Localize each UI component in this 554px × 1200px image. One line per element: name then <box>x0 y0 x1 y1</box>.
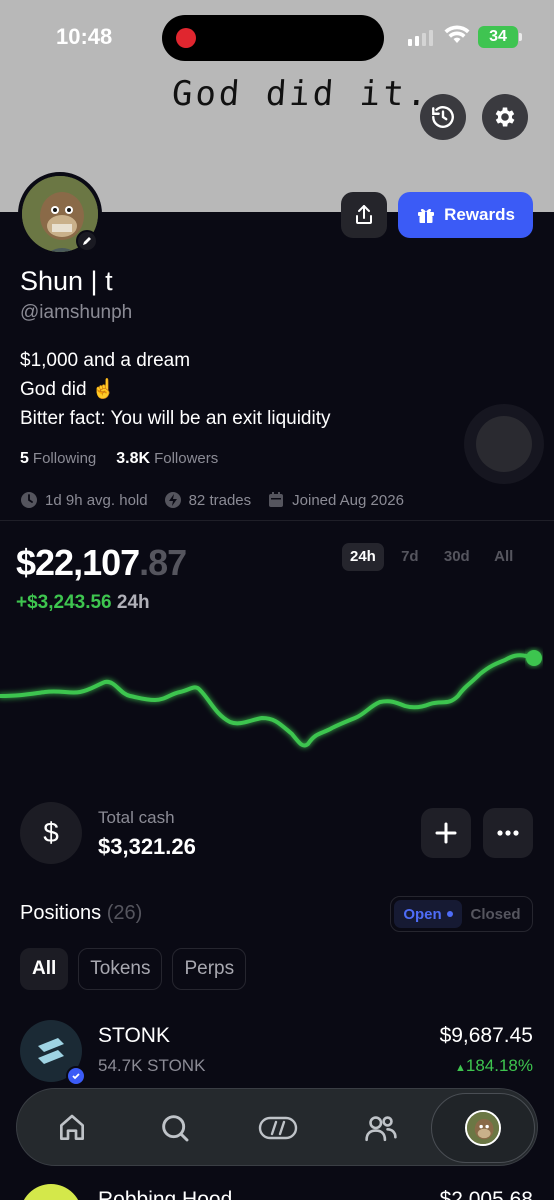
position-name: Robbing Hood <box>98 1188 233 1200</box>
settings-button[interactable] <box>482 94 528 140</box>
history-icon <box>432 106 454 128</box>
pencil-icon <box>83 237 91 245</box>
toggle-open-label: Open <box>403 905 442 923</box>
history-button[interactable] <box>420 94 466 140</box>
filter-tokens[interactable]: Tokens <box>78 948 163 990</box>
position-filters: All Tokens Perps <box>20 948 247 990</box>
position-name: STONK <box>98 1024 170 1047</box>
clock-icon <box>21 492 37 508</box>
position-change: ▲184.18% <box>455 1056 533 1076</box>
add-cash-button[interactable] <box>421 808 471 858</box>
recording-dot <box>176 28 196 48</box>
followers-label: Followers <box>154 450 219 467</box>
positions-title: Positions <box>20 902 102 924</box>
portfolio-chart[interactable] <box>0 610 554 780</box>
balance-main: $22,107 <box>16 542 140 583</box>
followers-count: 3.8K <box>116 450 151 467</box>
search-icon <box>162 1115 189 1142</box>
rewards-button[interactable]: Rewards <box>398 192 533 238</box>
bottom-nav <box>16 1088 538 1166</box>
pill-icon <box>258 1116 298 1140</box>
positions-heading: Positions (26) <box>20 902 142 925</box>
ellipsis-icon <box>497 830 519 836</box>
follow-counts: 5 Following 3.8K Followers <box>20 450 218 468</box>
avg-hold-stat: 1d 9h avg. hold <box>20 491 148 509</box>
up-triangle-icon: ▲ <box>454 1062 466 1074</box>
toggle-closed[interactable]: Closed <box>462 906 529 923</box>
users-icon <box>365 1116 397 1142</box>
open-closed-toggle: Open Closed <box>390 896 533 932</box>
chart-line <box>0 653 536 748</box>
chart-endpoint <box>526 650 542 666</box>
banner-text: God did it. <box>170 74 432 114</box>
trades-text: 82 trades <box>188 491 252 509</box>
share-button[interactable] <box>341 192 387 238</box>
nav-search[interactable] <box>150 1103 200 1153</box>
profile-stats: 1d 9h avg. hold 82 trades Joined Aug 202… <box>20 491 404 509</box>
battery-nub <box>519 33 522 41</box>
home-icon <box>60 1114 84 1140</box>
joined-text: Joined Aug 2026 <box>292 491 404 509</box>
following-count: 5 <box>20 450 29 467</box>
signal-icon <box>408 28 433 46</box>
position-amount: 54.7K STONK <box>98 1056 206 1075</box>
portfolio-balance: $22,107.87 <box>16 542 187 584</box>
bio-line: Bitter fact: You will be an exit liquidi… <box>20 408 331 429</box>
bolt-icon <box>164 492 181 508</box>
range-tab-7d[interactable]: 7d <box>390 543 430 571</box>
avg-hold-text: 1d 9h avg. hold <box>45 491 148 509</box>
wifi-icon <box>444 25 470 43</box>
total-cash-value: $3,321.26 <box>98 834 196 859</box>
profile-avatar <box>465 1110 501 1146</box>
position-row[interactable]: STONK 54.7K STONK $9,687.45 ▲184.18% <box>0 1014 554 1094</box>
rewards-label: Rewards <box>444 205 515 224</box>
profile-bio: $1,000 and a dream God did ☝️ Bitter fac… <box>20 346 331 433</box>
position-value: $9,687.45 <box>439 1024 533 1047</box>
section-divider <box>0 520 554 521</box>
position-change-value: 184.18% <box>465 1056 533 1075</box>
positions-count: (26) <box>106 902 143 924</box>
calendar-icon <box>269 492 284 507</box>
position-row[interactable]: Robbing Hood $2,005.68 <box>0 1178 554 1200</box>
active-dot-icon <box>446 911 453 917</box>
edit-avatar-button[interactable] <box>76 230 98 252</box>
filter-all[interactable]: All <box>20 948 69 990</box>
bio-line: $1,000 and a dream <box>20 350 191 371</box>
battery-indicator: 34 <box>478 26 518 48</box>
balance-cents: .87 <box>139 542 187 583</box>
floating-assistive-button[interactable] <box>476 416 532 472</box>
gear-icon <box>495 107 515 127</box>
following-label: Following <box>32 450 97 467</box>
nav-home[interactable] <box>47 1103 97 1153</box>
toggle-open[interactable]: Open <box>394 900 462 928</box>
robbing-hood-logo-icon <box>20 1184 82 1200</box>
trades-stat: 82 trades <box>164 491 252 509</box>
verified-badge-icon <box>66 1066 86 1086</box>
total-cash-label: Total cash <box>98 808 175 827</box>
nav-profile[interactable] <box>431 1093 535 1163</box>
range-selector: 24h 7d 30d All <box>342 543 524 571</box>
gift-icon <box>418 208 435 223</box>
nav-social[interactable] <box>356 1103 406 1153</box>
range-tab-all[interactable]: All <box>484 543 524 571</box>
share-icon <box>356 205 372 224</box>
following-link[interactable]: 5 Following <box>20 450 96 468</box>
nav-trade[interactable] <box>253 1103 303 1153</box>
filter-perps[interactable]: Perps <box>172 948 247 990</box>
position-value: $2,005.68 <box>439 1188 533 1200</box>
more-options-button[interactable] <box>483 808 533 858</box>
status-time: 10:48 <box>56 24 113 49</box>
dollar-icon: $ <box>20 802 82 864</box>
profile-handle: @iamshunph <box>20 302 133 323</box>
followers-link[interactable]: 3.8K Followers <box>116 450 218 468</box>
plus-icon <box>435 822 457 844</box>
range-tab-30d[interactable]: 30d <box>436 543 478 571</box>
profile-name: Shun | t <box>20 266 113 296</box>
bio-line: God did ☝️ <box>20 379 116 400</box>
dynamic-island <box>162 15 384 61</box>
range-tab-24h[interactable]: 24h <box>342 543 384 571</box>
joined-stat: Joined Aug 2026 <box>267 491 404 509</box>
